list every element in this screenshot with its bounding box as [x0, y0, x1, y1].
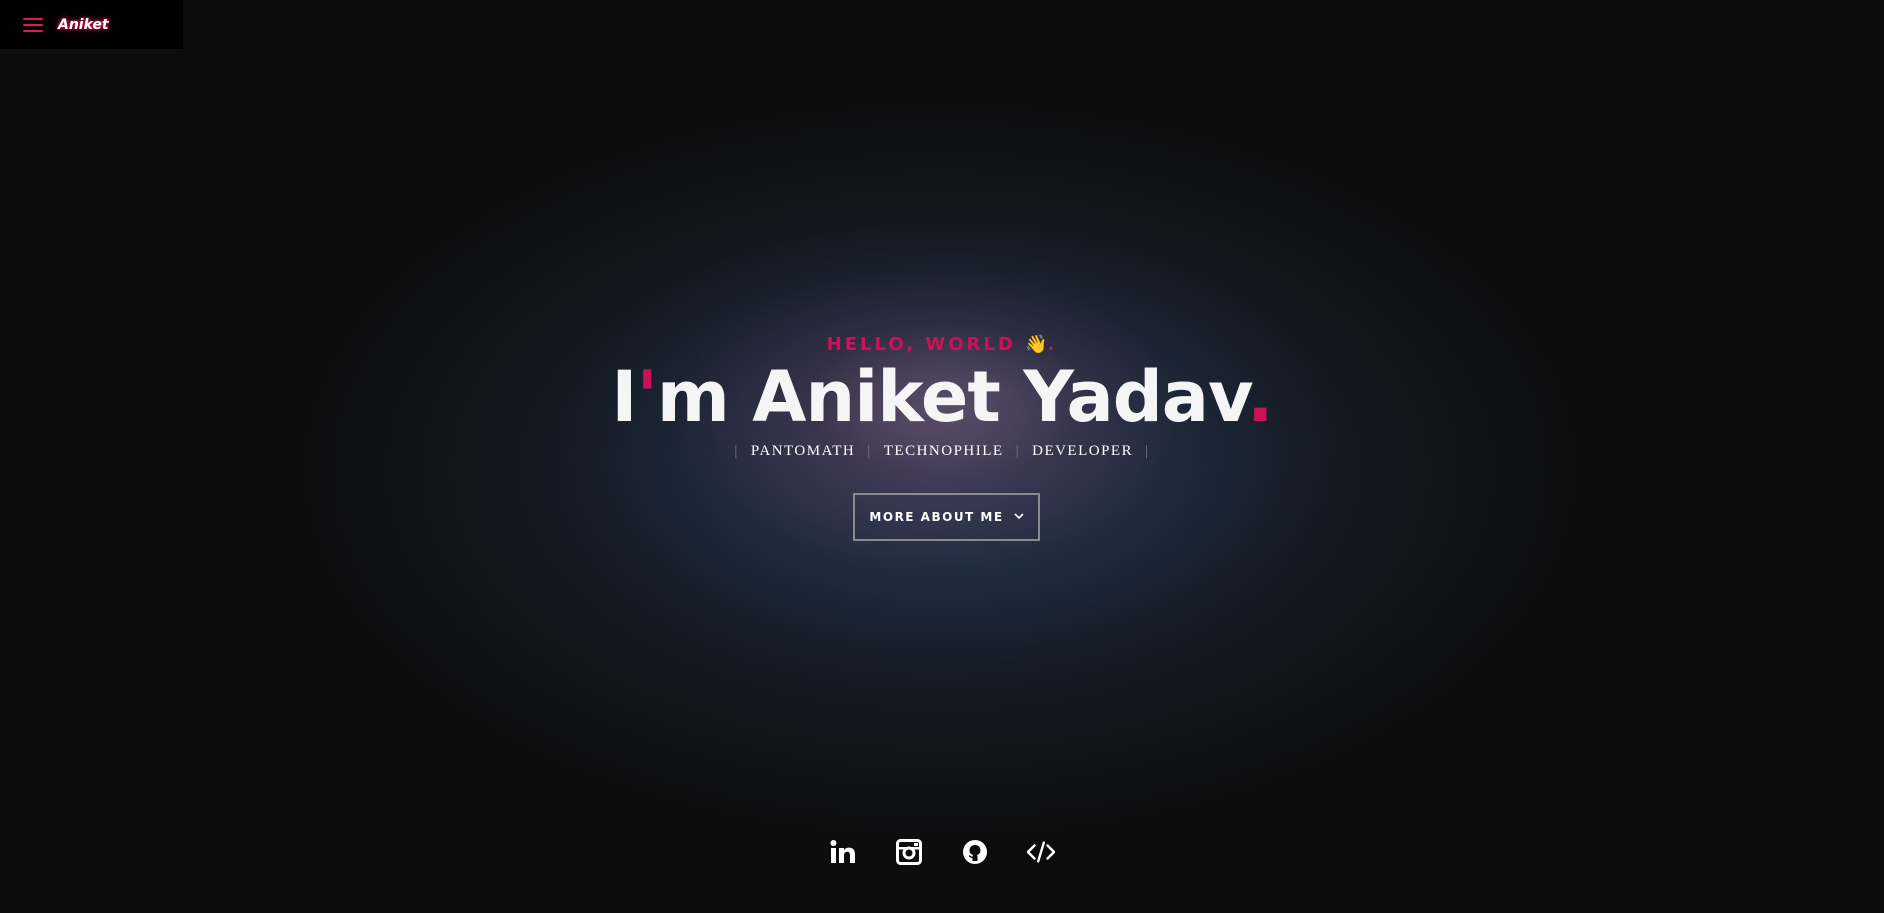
role-item: TECHNOPHILE [883, 443, 1004, 459]
role-separator: | [1015, 443, 1021, 459]
chevron-down-icon [1013, 512, 1024, 523]
hero-headline: I'm Aniket Yadav. [0, 352, 1884, 442]
headline-first-letter: I [611, 356, 637, 438]
social-links [0, 838, 1884, 868]
brand-logo[interactable]: Aniket [58, 17, 109, 33]
code-icon[interactable] [1027, 838, 1055, 866]
role-item: PANTOMATH [750, 443, 856, 459]
role-separator: | [867, 443, 872, 459]
headline-apostrophe: ' [636, 356, 657, 438]
headline-name: m Aniket Yadav [656, 356, 1248, 438]
role-item: DEVELOPER [1032, 443, 1134, 459]
cta-label: MORE ABOUT ME [869, 510, 1004, 524]
headline-dot: . [1246, 356, 1274, 438]
roles-list: | PANTOMATH | TECHNOPHILE | DEVELOPER | [0, 443, 1884, 460]
more-about-me-button[interactable]: MORE ABOUT ME [853, 493, 1040, 541]
github-icon[interactable] [961, 838, 989, 866]
top-nav-bar: Aniket [0, 0, 183, 49]
role-separator: | [734, 443, 739, 459]
role-separator: | [1145, 443, 1150, 459]
instagram-icon[interactable] [895, 838, 923, 866]
hamburger-menu-icon[interactable] [23, 18, 43, 33]
linkedin-icon[interactable] [829, 838, 857, 866]
